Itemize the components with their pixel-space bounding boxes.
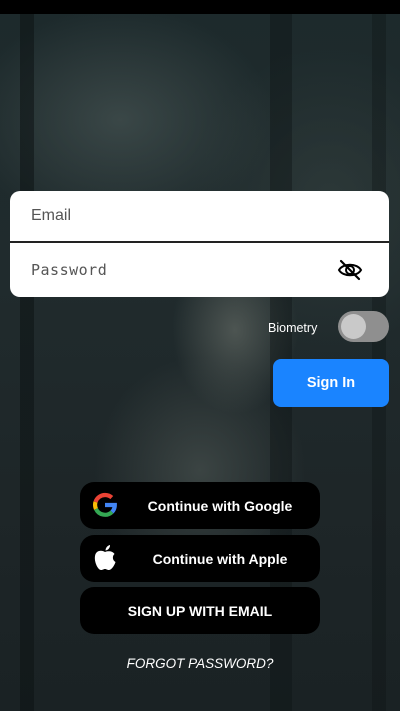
login-form-card (10, 191, 389, 297)
email-input[interactable] (29, 206, 323, 226)
toggle-knob (341, 314, 366, 339)
continue-with-google-button[interactable]: Continue with Google (80, 482, 320, 529)
biometry-toggle[interactable] (338, 311, 389, 342)
sign-in-button[interactable]: Sign In (273, 359, 389, 407)
status-bar (0, 0, 400, 14)
password-input[interactable] (29, 260, 323, 280)
email-field-container (10, 191, 389, 243)
apple-button-label: Continue with Apple (152, 550, 288, 567)
apple-icon (90, 543, 120, 573)
google-icon (90, 490, 120, 520)
password-field-container (10, 244, 389, 296)
sign-up-with-email-button[interactable]: SIGN UP WITH EMAIL (80, 587, 320, 634)
forgot-password-link[interactable]: FORGOT PASSWORD? (0, 656, 400, 671)
biometry-label: Biometry (268, 321, 318, 335)
continue-with-apple-button[interactable]: Continue with Apple (80, 535, 320, 582)
eye-off-icon[interactable] (337, 259, 363, 281)
google-button-label: Continue with Google (147, 497, 293, 514)
